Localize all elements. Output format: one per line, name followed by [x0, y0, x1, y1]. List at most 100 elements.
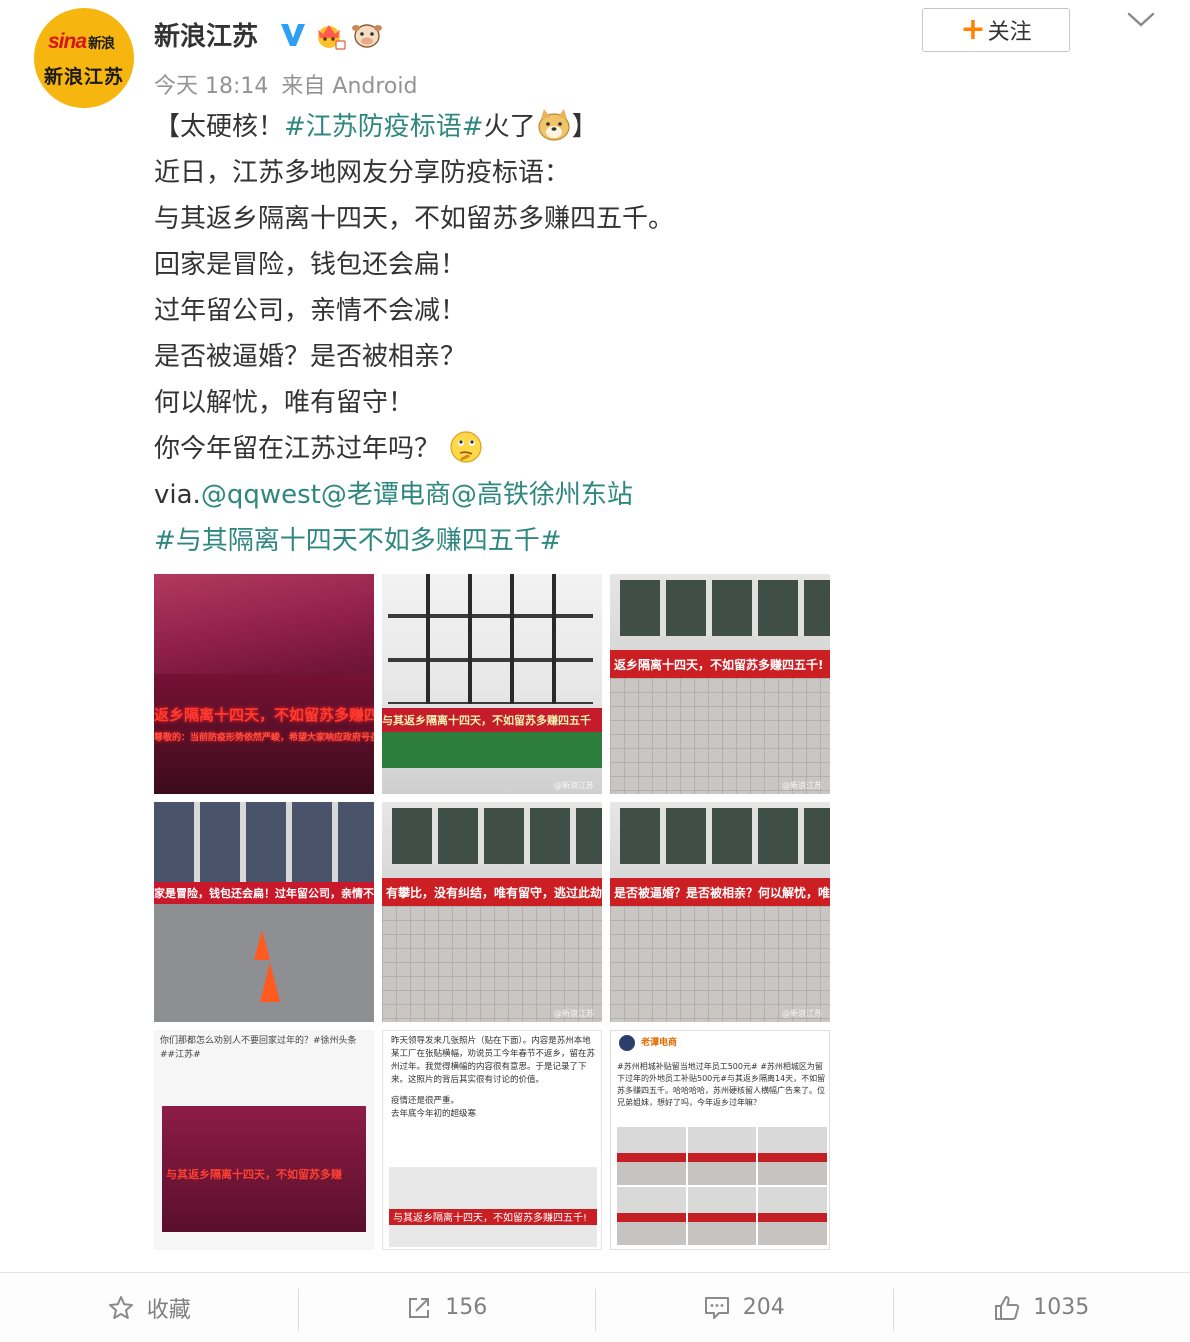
photo-thumbnail[interactable]: 家是冒险，钱包还会扁！过年留公司，亲情不: [154, 802, 374, 1022]
member-crown-icon[interactable]: [314, 20, 346, 50]
building-windows: [620, 580, 830, 636]
screenshot-paragraph: 去年底今年初的超级寒: [391, 1109, 477, 1119]
mini-photo: [687, 1187, 757, 1245]
red-banner-text: 返乡隔离十四天，不如留苏多赚四五千!: [610, 650, 830, 678]
screenshot-text: 昨天领导发来几张照片（贴在下面）。内容是苏州本地某工厂在张贴横幅，劝说员工今年春…: [391, 1035, 595, 1121]
thumbs-up-icon: [995, 1295, 1020, 1320]
pavement: [610, 906, 830, 1022]
text-span: 【太硬核！: [154, 112, 285, 142]
led-banner-text: 与其返乡隔离十四天，不如留苏多赚: [166, 1168, 342, 1181]
post-line-6: 是否被逼婚？是否被相亲？: [154, 342, 467, 372]
post-line-via: via.@qqwest@老谭电商@高铁徐州东站: [154, 472, 1134, 518]
screenshot-author: 老谭电商: [641, 1038, 678, 1048]
favorite-button[interactable]: 收藏: [0, 1273, 298, 1342]
repost-button[interactable]: 156: [297, 1273, 596, 1342]
post-line-2: 近日，江苏多地网友分享防疫标语：: [154, 158, 571, 188]
action-toolbar: 收藏 156 204 1035: [0, 1272, 1190, 1342]
pavement: [382, 906, 602, 1022]
photo-thumbnail[interactable]: 有攀比，没有纠结，唯有留守，逃过此劫 @新浪江苏: [382, 802, 602, 1022]
embedded-thumbnails: [617, 1127, 827, 1245]
mention-link[interactable]: @老谭电商: [321, 480, 451, 510]
photo-thumbnail[interactable]: 你们那都怎么劝别人不要回家过年的？#徐州头条##江苏# 与其返乡隔离十四天，不如…: [154, 1030, 374, 1250]
red-banner-text: 是否被逼婚？是否被相亲？何以解忧，唯有留守!: [610, 878, 830, 906]
author-name[interactable]: 新浪江苏: [154, 16, 258, 53]
like-button[interactable]: 1035: [892, 1273, 1190, 1342]
photo-thumbnail[interactable]: 老谭电商 #苏州相城补贴留当地过年员工500元# #苏州相城区为留下过年的外地员…: [610, 1030, 830, 1250]
repost-count: 156: [445, 1295, 488, 1320]
screenshot-paragraph: 疫情还是很严重。: [391, 1096, 460, 1106]
steel-frame: [388, 574, 593, 704]
traffic-cone: [254, 930, 270, 960]
cow-badge-icon[interactable]: [351, 20, 383, 50]
mention-link[interactable]: @高铁徐州东站: [451, 480, 633, 510]
red-banner-text: 家是冒险，钱包还会扁！过年留公司，亲情不: [154, 882, 374, 904]
green-hoarding: [382, 732, 602, 768]
comment-count: 204: [742, 1295, 785, 1320]
comment-icon: [704, 1296, 729, 1319]
watermark: @新浪江苏: [554, 1009, 594, 1018]
led-banner-text: 返乡隔离十四天，不如留苏多赚四五千。: [154, 705, 374, 724]
mention-link[interactable]: @qqwest: [201, 480, 321, 510]
building-windows: [392, 808, 602, 864]
led-photo: 与其返乡隔离十四天，不如留苏多赚: [162, 1106, 366, 1232]
post-line-5: 过年留公司，亲情不会减！: [154, 296, 467, 326]
photo-thumbnail[interactable]: 与其返乡隔离十四天，不如留苏多赚四五千 @新浪江苏: [382, 574, 602, 794]
follow-button[interactable]: + 关注: [922, 8, 1070, 52]
photo-ceiling: [154, 574, 374, 674]
favorite-label: 收藏: [146, 1297, 191, 1323]
red-banner-text: 与其返乡隔离十四天，不如留苏多赚四五千: [382, 708, 602, 732]
post-line-4: 回家是冒险，钱包还会扁！: [154, 250, 467, 280]
follow-label: 关注: [987, 20, 1032, 45]
doge-emoji-icon: [538, 108, 570, 141]
photo-thumbnail[interactable]: 返乡隔离十四天，不如留苏多赚四五千! @新浪江苏: [610, 574, 830, 794]
red-banner-text: 与其返乡隔离十四天，不如留苏多赚四五千!: [389, 1209, 597, 1225]
photo-thumbnail[interactable]: 返乡隔离十四天，不如留苏多赚四五千。 尊敬的：当前防疫形势依然严峻，希望大家响应…: [154, 574, 374, 794]
plus-icon: +: [960, 12, 986, 47]
verified-v-icon[interactable]: [279, 20, 307, 48]
watermark: @新浪江苏: [782, 1009, 822, 1018]
mini-photo: [758, 1187, 827, 1245]
gate-structure: [154, 802, 374, 882]
text-span: 你今年留在江苏过年吗？: [154, 434, 441, 464]
watermark: @新浪江苏: [782, 781, 822, 790]
photo-thumbnail[interactable]: 昨天领导发来几张照片（贴在下面）。内容是苏州本地某工厂在张贴横幅，劝说员工今年春…: [382, 1030, 602, 1250]
screenshot-text: 你们那都怎么劝别人不要回家过年的？#徐州头条##江苏#: [160, 1036, 357, 1060]
led-banner-subtext: 尊敬的：当前防疫形势依然严峻，希望大家响应政府号召，留苏过年: [154, 732, 374, 743]
traffic-cone: [260, 962, 280, 1002]
text-span: via.: [154, 480, 201, 510]
like-count: 1035: [1033, 1295, 1090, 1320]
post-line-3: 与其返乡隔离十四天，不如留苏多赚四五千。: [154, 204, 675, 234]
share-icon: [409, 1297, 430, 1318]
photo-thumbnail[interactable]: 是否被逼婚？是否被相亲？何以解忧，唯有留守! @新浪江苏: [610, 802, 830, 1022]
topic-link[interactable]: #江苏防疫标语#: [284, 112, 484, 142]
post-content: 【太硬核！#江苏防疫标语#火了 】 近日，江苏多地网友分享防疫标语： 与其返乡隔…: [154, 104, 1134, 564]
watermark: @新浪江苏: [554, 781, 594, 790]
chevron-down-icon[interactable]: [1126, 10, 1156, 30]
mini-photo: [617, 1127, 686, 1185]
post-source: 来自 Android: [281, 74, 418, 99]
mini-photo: [687, 1127, 757, 1185]
post-line-topic: #与其隔离十四天不如多赚四五千#: [154, 518, 1134, 564]
post-line-8: 你今年留在江苏过年吗？: [154, 426, 1134, 472]
image-grid: 返乡隔离十四天，不如留苏多赚四五千。 尊敬的：当前防疫形势依然严峻，希望大家响应…: [154, 574, 830, 1250]
avatar: [619, 1035, 635, 1051]
embedded-photo: 与其返乡隔离十四天，不如留苏多赚四五千!: [389, 1167, 597, 1247]
mini-photo: [617, 1187, 686, 1245]
author-avatar[interactable]: sina 新浪 新浪江苏: [34, 8, 134, 108]
red-banner-text: 有攀比，没有纠结，唯有留守，逃过此劫: [382, 878, 602, 906]
post-line-1: 【太硬核！#江苏防疫标语#火了 】: [154, 104, 1134, 150]
building-windows: [620, 808, 830, 864]
comment-button[interactable]: 204: [595, 1273, 893, 1342]
post-meta: 今天 18:14 来自 Android: [154, 68, 423, 100]
mini-photo: [758, 1127, 827, 1185]
thinking-emoji-icon: [450, 430, 482, 463]
text-span: 火了: [483, 112, 536, 142]
star-icon: [108, 1295, 133, 1319]
post-time[interactable]: 今天 18:14: [154, 74, 268, 99]
screenshot-text: #苏州相城补贴留当地过年员工500元# #苏州相城区为留下过年的外地员工补贴50…: [617, 1062, 826, 1107]
topic-link[interactable]: #与其隔离十四天不如多赚四五千#: [154, 526, 562, 556]
screenshot-paragraph: 昨天领导发来几张照片（贴在下面）。内容是苏州本地某工厂在张贴横幅，劝说员工今年春…: [391, 1036, 596, 1085]
text-span: 】: [571, 112, 598, 142]
avatar-calligraphy-text: 新浪江苏: [43, 66, 124, 88]
pavement: [610, 678, 830, 794]
